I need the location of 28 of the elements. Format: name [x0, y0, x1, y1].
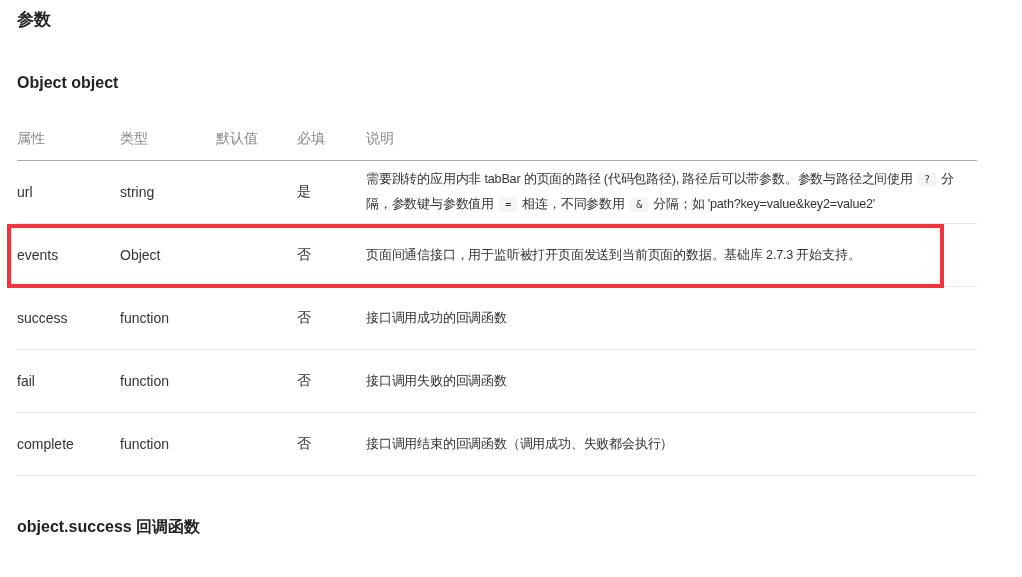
section-heading: 参数: [17, 9, 52, 31]
table-cell-text: function: [120, 436, 171, 452]
column-header: 说明: [366, 130, 395, 148]
description-text: 接口调用成功的回调函数: [366, 310, 508, 327]
table-cell-text: 否: [297, 372, 312, 390]
table-cell-text: success: [17, 310, 69, 326]
table-cell-text: 否: [297, 246, 312, 264]
description-text: 页面间通信接口，用于监听被打开页面发送到当前页面的数据。基础库 2.7.3 开始支持。: [366, 247, 862, 264]
table-cell-text: 是: [297, 183, 312, 201]
table-cell-text: 否: [297, 435, 312, 453]
table-cell-text: fail: [17, 373, 36, 389]
table-cell-text: function: [120, 373, 171, 389]
description-text: 接口调用失败的回调函数: [366, 373, 508, 390]
description-text: 接口调用结束的回调函数（调用成功、失败都会执行）: [366, 436, 675, 453]
callback-heading: object.success 回调函数: [17, 517, 202, 537]
table-cell-text: complete: [17, 436, 75, 452]
column-header: 必填: [297, 130, 326, 148]
column-header: 默认值: [216, 130, 259, 148]
table-cell-text: events: [17, 247, 60, 263]
table-cell-text: url: [17, 184, 34, 200]
object-heading: Object object: [17, 73, 120, 93]
table-cell-text: 否: [297, 309, 312, 327]
table-cell-text: string: [120, 184, 156, 200]
column-header: 属性: [17, 130, 46, 148]
table-cell-text: Object: [120, 247, 162, 263]
column-header: 类型: [120, 130, 149, 148]
table-cell-text: function: [120, 310, 171, 326]
description-text: 需要跳转的应用内非 tabBar 的页面的路径 (代码包路径), 路径后可以带参数。参数与路径之间使用 ? 分隔，参数键与参数值用 = 相连，不同参数用 & 分隔；如 'path?key=value&key2=value2': [366, 171, 956, 214]
